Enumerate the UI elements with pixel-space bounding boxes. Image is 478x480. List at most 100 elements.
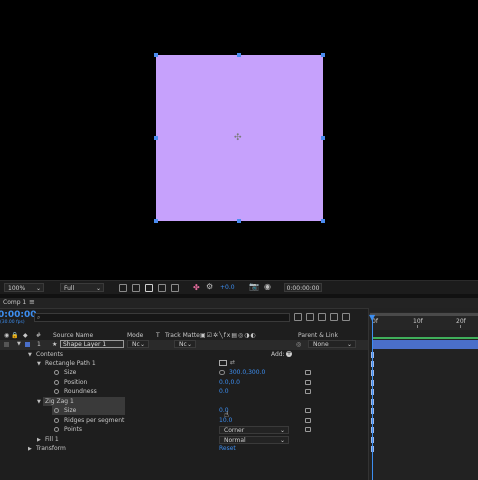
- resolution-select[interactable]: Full ⌄: [60, 283, 104, 292]
- anchor-point-icon[interactable]: ✣: [234, 134, 242, 143]
- expand-triangle-icon[interactable]: ▶: [37, 437, 41, 443]
- expression-pick-whip-icon[interactable]: [305, 380, 311, 385]
- handle-bottom-left[interactable]: [154, 219, 158, 223]
- current-time-field[interactable]: 0:00:00:00: [284, 283, 322, 292]
- zigzag-label: Zig Zag 1: [45, 398, 74, 405]
- visibility-column-icon: ◉: [4, 332, 10, 339]
- expression-pick-whip-icon[interactable]: [305, 389, 311, 394]
- channel-icon[interactable]: [171, 284, 179, 292]
- contents-label: Contents: [36, 351, 63, 358]
- constrain-proportions-icon[interactable]: [219, 370, 225, 375]
- exposure-value[interactable]: +0.0: [220, 284, 235, 291]
- panel-menu-icon[interactable]: ≡: [29, 298, 35, 306]
- handle-top-right[interactable]: [321, 53, 325, 57]
- column-track-matte: Track Matte: [165, 332, 200, 339]
- draft-3d-icon[interactable]: [306, 313, 314, 321]
- ruler-label-20f: 20f: [456, 318, 466, 325]
- transform-row[interactable]: ▶ Transform Reset: [0, 444, 368, 454]
- chevron-down-icon: ⌄: [279, 427, 285, 434]
- color-management-icon[interactable]: ✤: [193, 283, 200, 292]
- grid-guides-icon[interactable]: [158, 284, 166, 292]
- ruler-tick: [460, 325, 461, 328]
- stopwatch-icon[interactable]: [54, 408, 59, 413]
- expression-pick-whip-icon[interactable]: [305, 427, 311, 432]
- mask-visibility-icon[interactable]: [145, 284, 153, 292]
- ridges-value[interactable]: 10.0: [219, 416, 232, 425]
- pick-whip-icon[interactable]: ◎: [296, 341, 301, 348]
- handle-middle-right[interactable]: [321, 136, 325, 140]
- ridges-label: Ridges per segment: [64, 417, 125, 424]
- work-area-bar[interactable]: [370, 313, 478, 316]
- roundness-value[interactable]: 0.0: [219, 387, 229, 396]
- handle-middle-left[interactable]: [154, 136, 158, 140]
- ruler-label-10f: 10f: [413, 318, 423, 325]
- region-of-interest-icon[interactable]: [119, 284, 127, 292]
- expand-triangle-icon[interactable]: ▼: [37, 399, 41, 405]
- label-color-swatch[interactable]: [25, 342, 30, 347]
- mode-value: Nc: [132, 341, 140, 348]
- camera-icon[interactable]: 📷: [249, 282, 259, 291]
- playhead[interactable]: [372, 316, 373, 480]
- path-direction-icon[interactable]: [219, 360, 227, 366]
- expression-pick-whip-icon[interactable]: [305, 418, 311, 423]
- timeline-area[interactable]: [368, 308, 478, 480]
- current-time-value: 0:00:00:00: [286, 285, 320, 292]
- motion-blur-icon[interactable]: [342, 313, 350, 321]
- column-number: #: [36, 332, 42, 339]
- mode-dropdown[interactable]: Nc ⌄: [127, 340, 149, 348]
- timecode-display[interactable]: 0:00:00: [0, 310, 37, 320]
- fill-blend-dropdown[interactable]: Normal ⌄: [219, 436, 289, 444]
- column-parent-link: Parent & Link: [298, 332, 338, 339]
- column-t: T: [156, 332, 160, 339]
- stopwatch-icon[interactable]: [54, 389, 59, 394]
- points-row: Points Corner ⌄: [0, 425, 368, 435]
- position-value[interactable]: 0.0,0.0: [219, 378, 240, 387]
- frame-blending-icon[interactable]: [330, 313, 338, 321]
- stopwatch-icon[interactable]: [54, 418, 59, 423]
- transform-label: Transform: [36, 445, 66, 452]
- rectangle-shape[interactable]: ✣: [154, 53, 325, 223]
- zigzag-size-row: Size 0.0 ☝: [0, 406, 368, 419]
- stopwatch-icon[interactable]: [54, 380, 59, 385]
- handle-bottom-right[interactable]: [321, 219, 325, 223]
- handle-bottom-center[interactable]: [237, 219, 241, 223]
- visibility-toggle[interactable]: [4, 342, 9, 347]
- stopwatch-icon[interactable]: [54, 427, 59, 432]
- transparency-grid-icon[interactable]: [132, 284, 140, 292]
- points-dropdown[interactable]: Corner ⌄: [219, 426, 289, 434]
- tab-comp-1[interactable]: Comp 1: [3, 299, 26, 306]
- handle-top-center[interactable]: [237, 53, 241, 57]
- expression-pick-whip-icon[interactable]: [305, 370, 311, 375]
- layer-row-shape-layer-1[interactable]: ▼ 1 ★ Shape Layer 1 Nc ⌄ Nc ⌄ ◎ None ⌄: [0, 340, 368, 350]
- reset-link[interactable]: Reset: [219, 444, 236, 453]
- comp-mini-flowchart-icon[interactable]: [294, 313, 302, 321]
- resolution-value: Full: [64, 285, 75, 292]
- layer-name-field[interactable]: Shape Layer 1: [60, 340, 124, 348]
- playhead-handle-icon[interactable]: ▼: [369, 314, 375, 322]
- expand-triangle-icon[interactable]: ▶: [28, 446, 32, 452]
- fill-blend-value: Normal: [224, 437, 246, 444]
- expand-triangle-icon[interactable]: ▼: [37, 361, 41, 367]
- handle-top-left[interactable]: [154, 53, 158, 57]
- layer-duration-bar[interactable]: [372, 340, 478, 349]
- expression-pick-whip-icon[interactable]: [305, 408, 311, 413]
- stopwatch-icon[interactable]: [54, 370, 59, 375]
- shy-layers-icon[interactable]: [318, 313, 326, 321]
- zoom-value: 100%: [8, 285, 26, 292]
- layer-search-input[interactable]: ⌕: [34, 313, 290, 322]
- track-matte-dropdown[interactable]: Nc ⌄: [174, 340, 196, 348]
- zoom-select[interactable]: 100% ⌄: [4, 283, 44, 292]
- size-value[interactable]: 300.0,300.0: [229, 368, 265, 377]
- show-snapshot-icon[interactable]: ◉: [264, 282, 271, 291]
- viewer-toolbar: 100% ⌄ Full ⌄ ✤ ⚙ +0.0 📷 ◉ 0:00:00:00: [0, 280, 478, 295]
- add-label: Add:: [271, 351, 285, 358]
- chevron-down-icon: ⌄: [346, 341, 352, 348]
- expand-triangle-icon[interactable]: ▼: [28, 352, 32, 358]
- chevron-down-icon: ⌄: [279, 437, 285, 444]
- gear-icon[interactable]: ⚙: [206, 282, 213, 291]
- expand-triangle-icon[interactable]: ▼: [17, 341, 21, 347]
- column-source-name[interactable]: Source Name: [53, 331, 93, 340]
- add-button[interactable]: +: [286, 351, 292, 357]
- parent-dropdown[interactable]: None ⌄: [308, 340, 356, 348]
- reverse-path-icon[interactable]: ⇄: [230, 359, 235, 366]
